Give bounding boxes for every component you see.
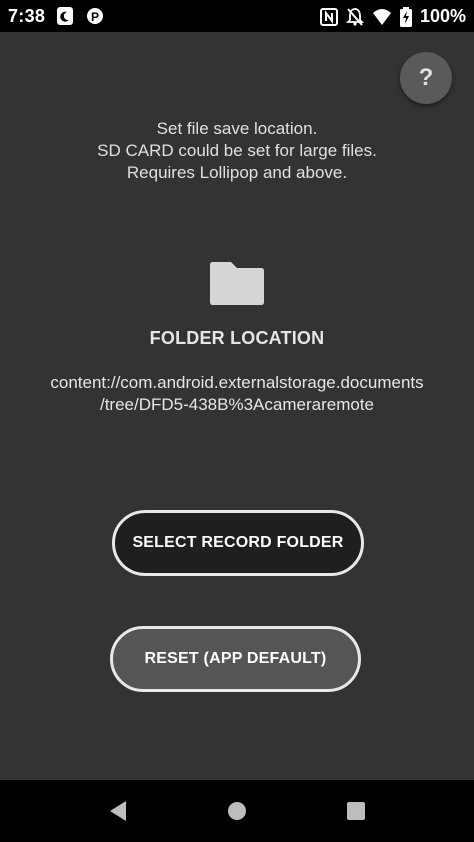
info-line: Requires Lollipop and above. [126,163,348,182]
folder-location-label: FOLDER LOCATION [149,328,325,348]
notifications-off-icon [345,7,364,26]
folder-path-line: content://com.android.externalstorage.do… [50,373,424,392]
help-question-icon: ? [418,64,434,91]
folder-icon [210,262,264,305]
help-button[interactable]: ? [400,52,452,104]
status-bar: 7:38 P 100% [0,0,474,32]
select-record-folder-button[interactable]: SELECT RECORD FOLDER [112,510,364,576]
recent-apps-icon[interactable] [347,802,365,820]
status-right-icons: 100% [319,6,466,27]
info-line: SD CARD could be set for large files. [97,141,377,160]
app-screen: ? Set file save location. SD CARD could … [0,32,474,780]
info-text: Set file save location. SD CARD could be… [0,118,474,184]
reset-app-default-label: RESET (APP DEFAULT) [144,650,327,667]
svg-text:P: P [91,10,99,24]
nfc-icon [319,7,338,26]
battery-percent: 100% [419,6,466,26]
wifi-icon [372,8,391,25]
info-line: Set file save location. [156,119,318,138]
moon-notification-icon [57,7,73,25]
battery-charging-icon [399,6,412,27]
folder-path-line: /tree/DFD5-438B%3Acameraremote [99,395,374,414]
reset-app-default-button[interactable]: RESET (APP DEFAULT) [110,626,361,692]
navigation-bar [0,780,474,842]
status-left-icons: P [56,6,104,26]
select-record-folder-label: SELECT RECORD FOLDER [132,534,344,551]
parking-p-icon: P [87,8,103,24]
back-icon[interactable] [108,800,128,822]
status-time: 7:38 [8,6,46,26]
home-icon[interactable] [228,802,246,820]
folder-path: content://com.android.externalstorage.do… [10,372,464,416]
